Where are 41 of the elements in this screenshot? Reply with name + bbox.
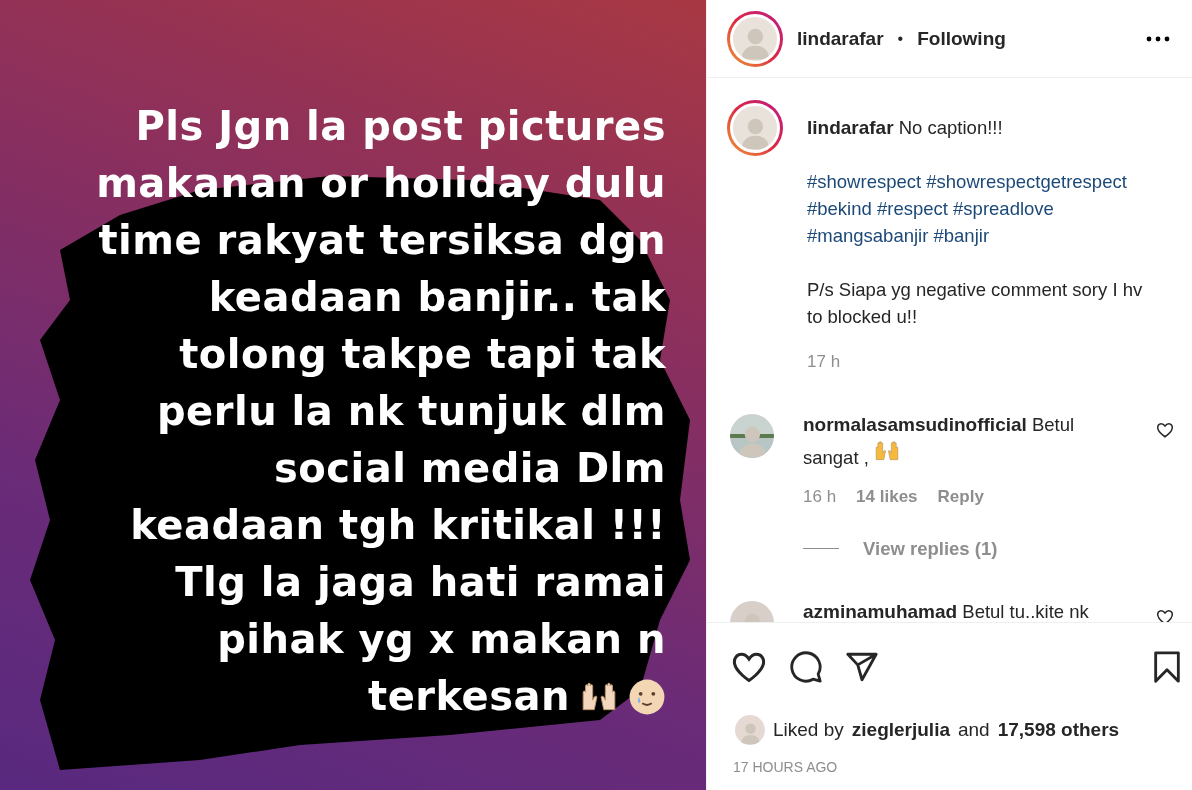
hashtag-link[interactable]: #showrespectgetrespect [926, 171, 1127, 192]
comment-text: azminamuhamad Betul tu..kite nk [803, 600, 1090, 622]
comment-text: normalasamsudinofficial Betul sangat , [803, 413, 1076, 470]
username-link[interactable]: azminamuhamad [803, 601, 958, 622]
image-text-line: keadaan tgh kritikal !!! [130, 501, 666, 550]
username-link[interactable]: zieglerjulia [851, 719, 950, 741]
likes-prefix: Liked by [773, 719, 844, 741]
hashtag-link[interactable]: #mangsabanjir [807, 225, 929, 246]
post-time: 17 h [807, 351, 841, 373]
image-text-line: perlu la nk tunjuk dlm [156, 387, 666, 436]
hashtag-link[interactable]: #respect [876, 198, 948, 219]
hashtag-link[interactable]: #showrespect [807, 171, 922, 192]
image-text-line: Pls Jgn la post pictures [135, 102, 666, 151]
image-text-line: terkesan [368, 672, 570, 721]
bookmark-button[interactable] [1152, 650, 1182, 684]
likes-conjunction: and [958, 719, 990, 741]
story-ring-avatar[interactable] [727, 100, 783, 156]
like-comment-button[interactable] [1156, 608, 1174, 622]
image-text-line: tolong takpe tapi tak [179, 330, 666, 379]
hashtag-link[interactable]: #bekind [807, 198, 872, 219]
likes-count-link[interactable]: 17,598 others [997, 719, 1120, 741]
image-text-line: keadaan banjir.. tak [208, 273, 666, 322]
more-icon [1146, 35, 1170, 42]
image-text-line: social media Dlm [274, 444, 666, 493]
username-link[interactable]: lindarafar [797, 27, 884, 50]
caption-note: P/s Siapa yg negative comment sory I hv to blocked u!! [807, 278, 1144, 329]
separator-dot: • [897, 29, 904, 48]
caption-text: lindarafar No caption!!! [807, 116, 1004, 140]
username-link[interactable]: lindarafar [807, 117, 894, 138]
username-link[interactable]: normalasamsudinofficial [803, 414, 1027, 435]
image-text-line: pihak yg x makan n [217, 615, 666, 664]
like-comment-button[interactable] [1156, 421, 1174, 439]
crying-face-icon [628, 677, 666, 716]
hashtag-link[interactable]: #banjir [933, 225, 990, 246]
hashtag-link[interactable]: #spreadlove [953, 198, 1054, 219]
image-text-line: Tlg la jaga hati ramai [175, 558, 666, 607]
share-button[interactable] [845, 650, 879, 684]
comment-time: 16 h [803, 486, 837, 508]
comment-button[interactable] [789, 650, 823, 684]
follow-status[interactable]: Following [917, 27, 1006, 50]
post-date: 17 HOURS AGO [732, 758, 839, 775]
